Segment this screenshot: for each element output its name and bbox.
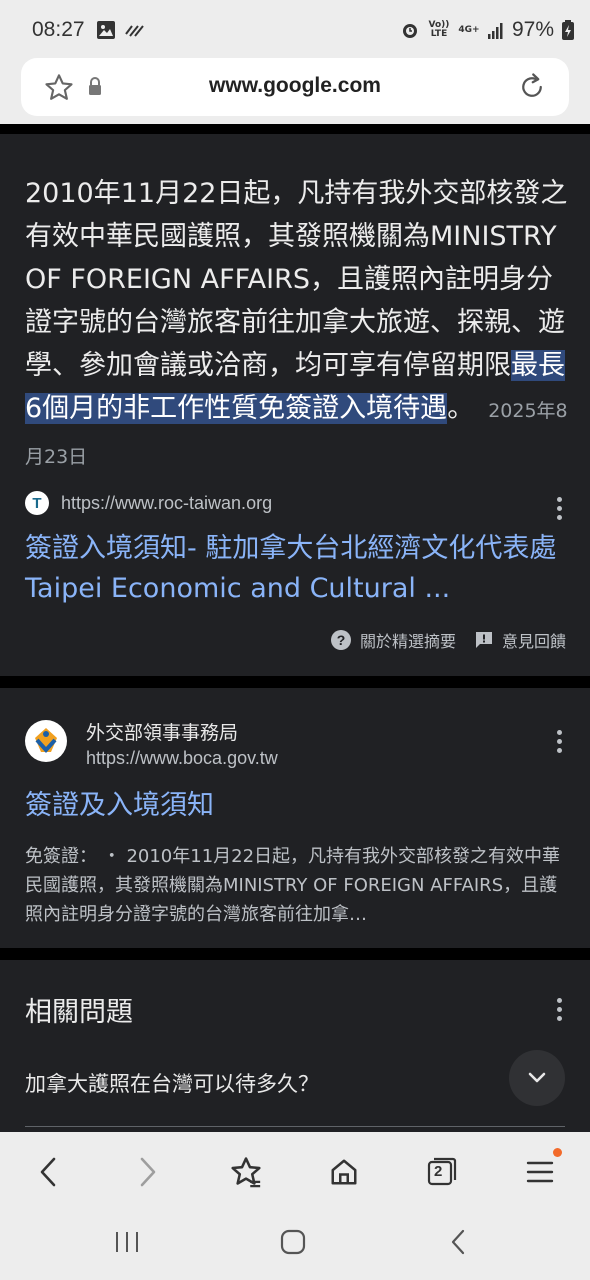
feedback-label: 意見回饋 xyxy=(501,632,566,651)
result-site-name[interactable]: 外交部領事事務局 xyxy=(86,718,238,745)
related-questions-card: 相關問題 加拿大護照在台灣可以待多久？ xyxy=(0,960,590,1132)
site-favicon: T xyxy=(25,491,49,515)
bookmarks-button[interactable] xyxy=(224,1150,268,1194)
bookmarks-star-icon xyxy=(231,1157,261,1188)
snippet-text-end: 。 xyxy=(447,393,475,424)
tabs-button[interactable]: 2 xyxy=(420,1150,464,1194)
back-button[interactable] xyxy=(26,1150,70,1194)
divider xyxy=(25,1126,565,1127)
more-options-icon[interactable] xyxy=(556,730,562,753)
result-site-url[interactable]: https://www.boca.gov.tw xyxy=(86,748,278,769)
result-description: 免簽證： ・ 2010年11月22日起，凡持有我外交部核發之有效中華民國護照，其… xyxy=(25,842,565,929)
snippet-text: 2010年11月22日起，凡持有我外交部核發之有效中華民國護照，其發照機關為MI… xyxy=(25,178,568,381)
address-bar[interactable]: www.google.com xyxy=(21,58,569,116)
signal-icon xyxy=(487,23,503,39)
forward-arrow-icon xyxy=(140,1157,156,1187)
snippet-source[interactable]: T https://www.roc-taiwan.org xyxy=(25,491,272,515)
more-options-icon[interactable] xyxy=(556,998,562,1021)
gallery-icon xyxy=(97,21,115,39)
alarm-icon xyxy=(402,24,417,38)
home-button[interactable] xyxy=(322,1150,366,1194)
result-desc-label: 免簽證： xyxy=(25,846,97,867)
source-url[interactable]: https://www.roc-taiwan.org xyxy=(61,493,272,514)
result-title-link[interactable]: 簽證及入境須知 xyxy=(25,786,570,826)
featured-snippet-text: 2010年11月22日起，凡持有我外交部核發之有效中華民國護照，其發照機關為MI… xyxy=(25,172,570,479)
feedback-button[interactable]: 意見回饋 xyxy=(474,628,566,652)
volte-indicator: Vo)) LTE xyxy=(428,20,450,39)
more-options-icon[interactable] xyxy=(556,497,562,520)
status-bar: 08:27 Vo)) LTE 4G+ 97% xyxy=(0,0,590,58)
chevron-down-icon xyxy=(528,1072,546,1083)
about-snippet-button[interactable]: ? 關於精選摘要 xyxy=(330,628,456,652)
browser-toolbar: www.google.com xyxy=(0,58,590,124)
snippet-link-title[interactable]: 簽證入境須知- 駐加拿大台北經濟文化代表處Taipei Economic and… xyxy=(25,529,570,609)
data-saver-icon xyxy=(125,25,144,37)
network-type: 4G+ xyxy=(458,24,480,35)
home-nav-icon[interactable] xyxy=(279,1228,307,1256)
feedback-icon xyxy=(475,632,492,648)
result-desc-text: ・ 2010年11月22日起，凡持有我外交部核發之有效中華民國護照，其發照機關為… xyxy=(25,846,561,925)
featured-snippet-card: 2010年11月22日起，凡持有我外交部核發之有效中華民國護照，其發照機關為MI… xyxy=(0,134,590,676)
expand-question-button[interactable] xyxy=(509,1050,565,1106)
url-text[interactable]: www.google.com xyxy=(21,74,569,98)
forward-button[interactable] xyxy=(126,1150,170,1194)
back-nav-icon[interactable] xyxy=(448,1228,468,1256)
system-nav-bar xyxy=(0,1210,590,1280)
search-results[interactable]: 2010年11月22日起，凡持有我外交部核發之有效中華民國護照，其發照機關為MI… xyxy=(0,124,590,1132)
home-icon xyxy=(331,1159,357,1185)
related-question-item[interactable]: 加拿大護照在台灣可以待多久？ xyxy=(25,1068,319,1098)
help-icon: ? xyxy=(330,630,351,650)
notification-dot xyxy=(553,1148,562,1157)
related-questions-title: 相關問題 xyxy=(25,997,133,1028)
recent-apps-icon[interactable] xyxy=(114,1230,140,1254)
reload-icon[interactable] xyxy=(517,71,547,103)
back-arrow-icon xyxy=(40,1157,56,1187)
search-result-card: 外交部領事事務局 https://www.boca.gov.tw 簽證及入境須知… xyxy=(0,688,590,948)
browser-bottom-nav: 2 xyxy=(0,1132,590,1210)
svg-text:?: ? xyxy=(337,632,346,648)
snippet-footer: ? 關於精選摘要 意見回饋 xyxy=(330,628,566,652)
battery-percent: 97% xyxy=(511,18,554,41)
status-time: 08:27 xyxy=(32,18,85,41)
tab-count: 2 xyxy=(434,1163,443,1180)
menu-button[interactable] xyxy=(518,1148,562,1194)
boca-logo-icon xyxy=(25,720,67,762)
menu-icon xyxy=(526,1161,554,1183)
about-snippet-label: 關於精選摘要 xyxy=(359,632,456,651)
battery-charging-icon xyxy=(562,20,574,40)
